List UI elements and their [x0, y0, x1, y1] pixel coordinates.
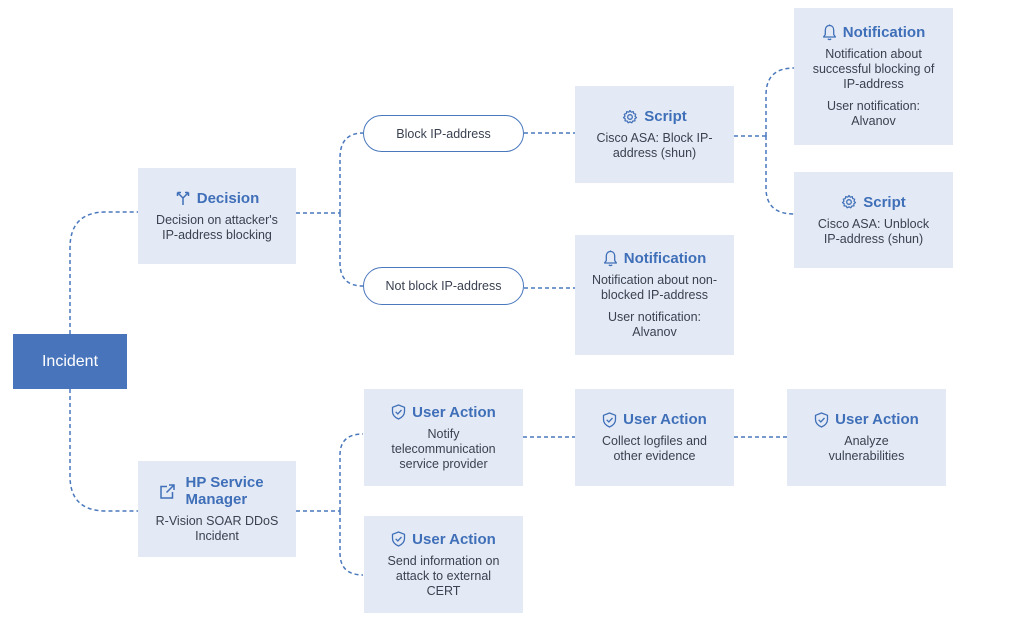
decision-title: Decision — [196, 189, 260, 207]
script-block-title: Script — [644, 108, 687, 125]
notification-nonblocked-recipient: User notification: Alvanov — [607, 310, 702, 339]
user-action-analyze-node[interactable]: User Action Analyze vulnerabilities — [787, 389, 946, 486]
hp-service-manager-node[interactable]: HP Service Manager R-Vision SOAR DDoS In… — [138, 461, 296, 557]
incident-node[interactable]: Incident — [13, 334, 127, 389]
notification-success-description: Notification about successful blocking o… — [812, 47, 935, 91]
shield-check-icon — [815, 411, 829, 428]
notification-nonblocked-node[interactable]: Notification Notification about non-bloc… — [575, 235, 734, 355]
notification-success-recipient: User notification: Alvanov — [826, 99, 921, 128]
hp-service-manager-description: R-Vision SOAR DDoS Incident — [155, 514, 279, 543]
user-action-send-cert-description: Send information on attack to external C… — [387, 553, 500, 598]
user-action-collect-logs-node[interactable]: User Action Collect logfiles and other e… — [575, 389, 734, 486]
edge-script-unblock — [765, 136, 795, 215]
shield-check-icon — [603, 411, 617, 428]
notification-success-title: Notification — [842, 24, 926, 41]
user-action-notify-provider-description: Notify telecommunication service provide… — [391, 426, 496, 471]
user-action-collect-logs-description: Collect logfiles and other evidence — [602, 434, 707, 463]
gear-icon — [623, 109, 638, 123]
external-link-icon — [159, 483, 175, 499]
notification-nonblocked-title: Notification — [623, 250, 707, 267]
edge-hp-cert — [339, 511, 364, 576]
edge-hp-notify — [339, 433, 364, 511]
edge-script-notification — [765, 67, 795, 136]
edge-incident-decision — [69, 211, 138, 334]
shield-check-icon — [392, 404, 406, 420]
script-unblock-node[interactable]: Script Cisco ASA: Unblock IP-address (sh… — [794, 172, 953, 268]
user-action-analyze-title: User Action — [835, 411, 919, 428]
branch-block-ip[interactable]: Block IP-address — [363, 115, 524, 152]
hp-service-manager-title: HP Service Manager — [185, 474, 264, 508]
branch-split-icon — [176, 191, 189, 205]
script-block-description: Cisco ASA: Block IP-address (shun) — [596, 131, 713, 160]
edge-branch-notblock — [339, 213, 364, 287]
script-block-node[interactable]: Script Cisco ASA: Block IP-address (shun… — [575, 86, 734, 183]
user-action-notify-provider-title: User Action — [412, 403, 496, 421]
bell-icon — [603, 250, 617, 267]
user-action-notify-provider-node[interactable]: User Action Notify telecommunication ser… — [364, 389, 523, 486]
user-action-send-cert-title: User Action — [412, 530, 496, 548]
branch-block-label: Block IP-address — [396, 126, 491, 141]
branch-not-block-label: Not block IP-address — [385, 279, 502, 293]
user-action-send-cert-node[interactable]: User Action Send information on attack t… — [364, 516, 523, 613]
user-action-analyze-description: Analyze vulnerabilities — [828, 434, 905, 463]
gear-icon — [842, 194, 857, 209]
decision-node[interactable]: Decision Decision on attacker's IP-addre… — [138, 168, 296, 264]
script-unblock-title: Script — [863, 193, 906, 211]
branch-not-block-ip[interactable]: Not block IP-address — [363, 267, 524, 305]
edge-incident-hp — [69, 389, 138, 512]
notification-nonblocked-description: Notification about non-blocked IP-addres… — [591, 273, 718, 302]
user-action-collect-logs-title: User Action — [623, 411, 707, 428]
edge-branch-block — [339, 132, 364, 213]
notification-success-node[interactable]: Notification Notification about successf… — [794, 8, 953, 145]
shield-check-icon — [392, 531, 406, 547]
decision-description: Decision on attacker's IP-address blocki… — [156, 212, 278, 242]
script-unblock-description: Cisco ASA: Unblock IP-address (shun) — [817, 216, 930, 246]
incident-label: Incident — [41, 352, 99, 370]
bell-icon — [822, 24, 836, 41]
